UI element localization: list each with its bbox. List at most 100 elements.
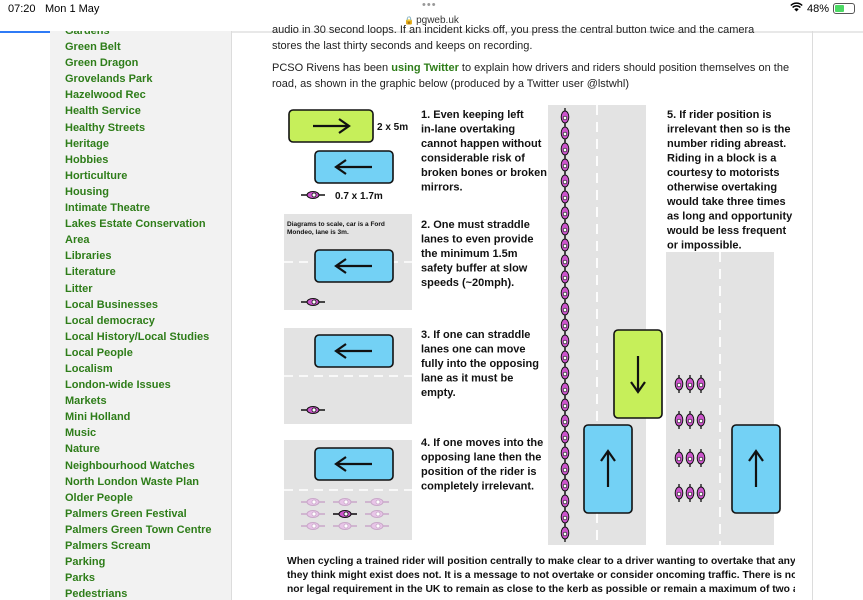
article-body: audio in 30 second loops. If an incident… bbox=[272, 24, 792, 98]
point5-text: 5. If rider position is bbox=[667, 109, 772, 121]
bike-column-head bbox=[562, 307, 568, 313]
battery-percent: 48% bbox=[806, 2, 829, 15]
sidebar-item[interactable]: Music bbox=[65, 425, 231, 441]
sidebar-item[interactable]: Green Dragon bbox=[65, 55, 231, 71]
sidebar-item[interactable]: Parks bbox=[65, 570, 231, 586]
bike-column-head bbox=[562, 371, 568, 377]
bike-column-head bbox=[562, 499, 568, 505]
bike-column-head bbox=[562, 275, 568, 281]
bike-block-head bbox=[676, 491, 682, 497]
faded-bike-panel4-head bbox=[375, 523, 381, 529]
sidebar-item[interactable]: Local democracy bbox=[65, 313, 231, 329]
battery-icon bbox=[833, 3, 855, 14]
bike-column-head bbox=[562, 483, 568, 489]
bike-block-head bbox=[676, 418, 682, 424]
article-cut-line: audio in 30 second loops. If an incident… bbox=[272, 24, 755, 36]
bike-block-head bbox=[687, 382, 693, 388]
content-divider bbox=[231, 31, 232, 600]
point2-text: speeds (~20mph). bbox=[421, 277, 514, 289]
bike-block-head bbox=[687, 456, 693, 462]
sidebar-item[interactable]: Local History/Local Studies bbox=[65, 329, 231, 345]
sidebar-item[interactable]: Localism bbox=[65, 361, 231, 377]
point5-text: Riding in a block is a bbox=[667, 153, 777, 165]
sidebar-item[interactable]: Area bbox=[65, 232, 231, 248]
point1-text: broken bones or broken bbox=[421, 167, 547, 179]
point5-text: or impossible. bbox=[667, 240, 742, 252]
sidebar-item[interactable]: Nature bbox=[65, 441, 231, 457]
para2-text-before: PCSO Rivens has been bbox=[272, 62, 392, 74]
point3-text: 3. If one can straddle bbox=[421, 329, 530, 341]
using-twitter-link[interactable]: using Twitter bbox=[391, 62, 459, 74]
sidebar-item[interactable]: Housing bbox=[65, 184, 231, 200]
bike-block-head bbox=[698, 491, 704, 497]
sidebar-item[interactable]: Libraries bbox=[65, 248, 231, 264]
multitask-dots-icon[interactable]: ••• bbox=[422, 0, 437, 11]
sidebar-item[interactable]: Mini Holland bbox=[65, 409, 231, 425]
sidebar-item[interactable]: Palmers Green Town Centre bbox=[65, 522, 231, 538]
bike-column-head bbox=[562, 227, 568, 233]
bike-block-head bbox=[687, 491, 693, 497]
bike-column-head bbox=[562, 243, 568, 249]
sidebar-item[interactable]: Health Service bbox=[65, 103, 231, 119]
sidebar-item[interactable]: Local Businesses bbox=[65, 297, 231, 313]
bike-column-head bbox=[562, 115, 568, 121]
wifi-icon bbox=[790, 2, 803, 15]
sidebar-item[interactable]: Lakes Estate Conservation bbox=[65, 216, 231, 232]
sidebar-item[interactable]: North London Waste Plan bbox=[65, 474, 231, 490]
bike-block-head bbox=[698, 456, 704, 462]
article-paragraph-2: PCSO Rivens has been using Twitter to ex… bbox=[272, 60, 792, 92]
bike-block-head bbox=[676, 382, 682, 388]
bike-block-head bbox=[698, 382, 704, 388]
sidebar-item[interactable]: Palmers Green Festival bbox=[65, 506, 231, 522]
bike-column-head bbox=[562, 259, 568, 265]
sidebar-item[interactable]: Neighbourhood Watches bbox=[65, 458, 231, 474]
sidebar-item[interactable]: Gardens bbox=[65, 31, 231, 39]
sidebar-item[interactable]: Parking bbox=[65, 554, 231, 570]
point1-text: in-lane overtaking bbox=[421, 124, 515, 136]
sidebar-item[interactable]: Palmers Scream bbox=[65, 538, 231, 554]
sidebar-item[interactable]: Hazelwood Rec bbox=[65, 87, 231, 103]
bike-column-head bbox=[562, 179, 568, 185]
point2-text: lanes to even provide bbox=[421, 234, 533, 246]
point3-text: lane as it must be bbox=[421, 373, 513, 385]
footer-text: When cycling a trained rider will positi… bbox=[287, 556, 795, 567]
category-list: Gardens Green Belt Green Dragon Grovelands … bbox=[50, 31, 231, 600]
status-date: Mon 1 May bbox=[45, 3, 100, 15]
sidebar-item[interactable]: Horticulture bbox=[65, 168, 231, 184]
sidebar-item[interactable]: Pedestrians bbox=[65, 586, 231, 600]
footer-text: they think might exist does not. It is a… bbox=[287, 570, 795, 581]
sidebar-item[interactable]: Hobbies bbox=[65, 152, 231, 168]
bike-column-head bbox=[562, 163, 568, 169]
faded-bike-panel4-head bbox=[375, 499, 381, 505]
article-paragraph-1: stores the last thirty seconds and keeps… bbox=[272, 40, 533, 52]
sidebar-item[interactable]: Green Belt bbox=[65, 39, 231, 55]
sidebar-item[interactable]: Local People bbox=[65, 345, 231, 361]
point5-text: would take three times bbox=[666, 196, 786, 208]
sidebar-item[interactable]: Literature bbox=[65, 264, 231, 280]
cycling-position-graphic: 2 x 5m 0.7 x 1.7m 1. Even keeping left in-l… bbox=[273, 100, 795, 600]
status-time: 07:20 bbox=[8, 3, 36, 15]
content-right-border bbox=[812, 31, 813, 600]
point1-text: cannot happen without bbox=[421, 138, 542, 150]
diagram-note: Mondeo, lane is 3m. bbox=[287, 229, 349, 236]
point4-text: opposing lane then the bbox=[421, 452, 541, 464]
faded-bike-panel4-head bbox=[375, 511, 381, 517]
sidebar-item[interactable]: London-wide Issues bbox=[65, 377, 231, 393]
sidebar-item[interactable]: Older People bbox=[65, 490, 231, 506]
bike-column-head bbox=[562, 355, 568, 361]
bike-panel3-head bbox=[311, 407, 317, 413]
faded-bike-panel4-head bbox=[343, 499, 349, 505]
sidebar-item[interactable]: Litter bbox=[65, 281, 231, 297]
sidebar-item[interactable]: Intimate Theatre bbox=[65, 200, 231, 216]
sidebar-item[interactable]: Heritage bbox=[65, 136, 231, 152]
sidebar-item[interactable]: Markets bbox=[65, 393, 231, 409]
bike-column-head bbox=[562, 451, 568, 457]
faded-bike-panel4-head bbox=[343, 523, 349, 529]
sidebar-item[interactable]: Grovelands Park bbox=[65, 71, 231, 87]
point1-text: considerable risk of bbox=[421, 153, 525, 165]
faded-bike-panel4-head bbox=[311, 499, 317, 505]
bike-panel1-head bbox=[311, 192, 317, 198]
sidebar-item[interactable]: Healthy Streets bbox=[65, 120, 231, 136]
point5-text: otherwise overtaking bbox=[667, 182, 777, 194]
faded-bike-panel4-head bbox=[311, 511, 317, 517]
